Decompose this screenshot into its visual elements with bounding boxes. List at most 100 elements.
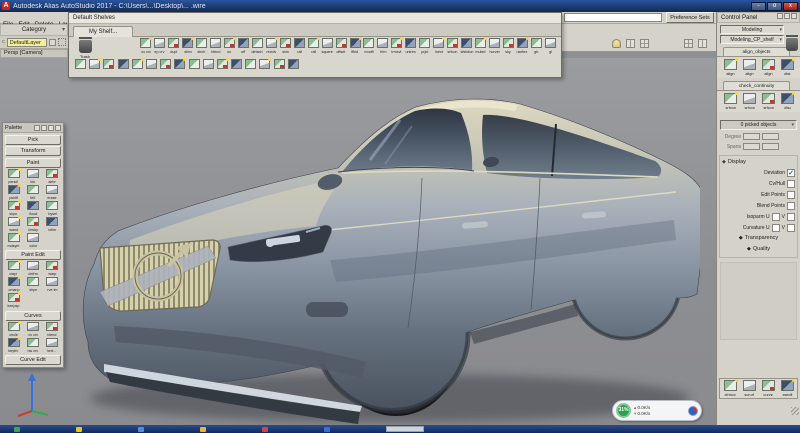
continuity-tool[interactable]: srfcon [759,93,778,110]
maximize-button[interactable]: o [767,2,782,11]
checkbox[interactable] [787,180,795,188]
paint-tool[interactable]: mdsym [4,233,23,249]
degree-v-field[interactable] [762,133,779,140]
taskbar-app-icon[interactable] [14,427,20,432]
paint-tool[interactable]: bysel [43,201,62,217]
panel-dock-icon[interactable] [777,13,783,19]
layer-checkbox[interactable] [49,39,56,46]
picked-objects-dropdown[interactable]: 0 picked objects▾ [720,120,797,130]
panel-tool[interactable]: curve [759,380,778,397]
shelf-tool[interactable]: gl [543,38,557,54]
shelf-tool[interactable]: sfshdon [460,38,474,54]
display-option[interactable]: Cv/Hull [722,178,795,189]
tab-paint-edit[interactable]: Paint Edit [5,250,61,260]
paint-tool[interactable]: txtim [43,217,62,233]
paint-edit-tool[interactable]: warp [43,261,62,277]
shelf-tool-icon[interactable] [288,59,299,69]
shelf-tool[interactable]: trmcvt [390,38,404,54]
panel-tool[interactable]: scrurf [740,380,759,397]
shelf-tool-icon[interactable] [75,59,86,69]
window-split-icon[interactable] [698,39,707,48]
quality-section[interactable]: ◆Quality [722,244,795,255]
display-option[interactable]: Isoparm UV [722,211,795,222]
perspective-viewport[interactable]: 31% ▴ 0.0K/s ▾ 0.0K/s [0,58,716,425]
tab-curve-edit[interactable]: Curve Edit [5,355,61,365]
layout-two-pane-icon[interactable] [626,39,635,48]
panel-tool[interactable]: xfrmcv [721,380,740,397]
taskbar-open-window[interactable] [386,426,424,432]
preference-field[interactable] [564,13,662,22]
display-option[interactable]: Deviation✓ [722,167,795,178]
palette-menu-icon[interactable] [41,125,47,131]
tab-my-shelf[interactable]: My Shelf... [73,26,133,37]
display-option[interactable]: Edit Points [722,189,795,200]
palette-collapse-icon[interactable] [48,125,54,131]
paint-tool[interactable]: imshp [23,217,42,233]
paint-edit-tool[interactable]: defrm [23,261,42,277]
spans-v-field[interactable] [762,143,779,150]
shelf-tool[interactable]: trim [376,38,390,54]
checkbox[interactable] [787,202,795,210]
taskbar-app-icon[interactable] [76,427,82,432]
shelf-tool-icon[interactable] [89,59,100,69]
layer-options-icon[interactable] [58,38,66,46]
shelf-window-title[interactable]: Default Shelves [69,13,561,24]
panel-tool[interactable]: xsedit [778,380,797,397]
shelf-tool[interactable]: rail [306,38,320,54]
display-option[interactable]: Blend Points [722,200,795,211]
align-tool[interactable]: dtst [778,59,797,76]
shelf-tool[interactable]: skin [278,38,292,54]
shelf-tool-icon[interactable] [203,59,214,69]
taskbar-app-icon[interactable] [324,427,330,432]
checkbox[interactable] [772,224,780,232]
palette-window[interactable]: Palette Pick Transform Paint pencilinkai… [2,122,64,368]
trash-tool[interactable]: Trash [73,40,97,59]
category-bar[interactable]: Category▾ [0,24,68,36]
shelf-tool[interactable]: dupl [167,38,181,54]
checkbox[interactable] [772,213,780,221]
tab-align-objects[interactable]: align_objects [723,47,790,56]
layer-row[interactable]: c DefaultLayer [0,36,68,49]
shelf-tool-icon[interactable] [103,59,114,69]
shelf-tool-icon[interactable] [274,59,285,69]
resize-grip[interactable] [791,407,799,415]
panel-refresh-icon[interactable] [791,13,797,19]
tab-transform[interactable]: Transform [5,146,61,156]
shelf-tool[interactable]: sky [501,38,515,54]
lightbulb-icon[interactable] [612,39,621,48]
layout-four-pane-icon[interactable] [640,39,649,48]
cp-trash-icon[interactable] [786,38,798,51]
curve-tool[interactable]: cv crv [23,322,42,338]
paint-tool[interactable]: airbr [43,169,62,185]
curve-tool[interactable]: blend [43,322,62,338]
taskbar-app-icon[interactable] [262,427,268,432]
paint-tool[interactable]: ink [23,169,42,185]
paint-edit-tool[interactable]: keepsp [4,293,23,309]
shelf-tool[interactable]: modft [362,38,376,54]
tab-check-continuity[interactable]: check_continuity [723,81,790,90]
align-tool[interactable]: align [759,59,778,76]
shelf-tool[interactable]: square [320,38,334,54]
shelf-tool[interactable]: off [237,38,251,54]
default-shelves-window[interactable]: Default Shelves My Shelf... Trash cv crv… [68,12,562,78]
paint-edit-tool[interactable]: clayr [4,261,23,277]
checkbox[interactable] [787,191,795,199]
checkbox[interactable] [787,213,795,221]
shelf-tool[interactable]: prjct [418,38,432,54]
shelf-tool[interactable]: ep crv [153,38,167,54]
paint-tool[interactable]: felt [23,185,42,201]
network-monitor-widget[interactable]: 31% ▴ 0.0K/s ▾ 0.0K/s [612,400,702,421]
shelf-tool[interactable]: on [223,38,237,54]
transparency-section[interactable]: ◆Transparency [722,233,795,244]
shelf-tool[interactable]: revolv [264,38,278,54]
checkbox[interactable]: ✓ [787,169,795,177]
shelf-tool-icon[interactable] [118,59,129,69]
tab-curves[interactable]: Curves [5,311,61,321]
shelf-tool-icon[interactable] [146,59,157,69]
align-tool[interactable]: align [721,59,740,76]
curve-tool[interactable]: nw crv [23,338,42,354]
mode-dropdown[interactable]: Modeling▾ [720,25,784,34]
shelf-tool[interactable]: rail [292,38,306,54]
shelf-tool-icon[interactable] [231,59,242,69]
windows-taskbar[interactable] [0,425,800,433]
